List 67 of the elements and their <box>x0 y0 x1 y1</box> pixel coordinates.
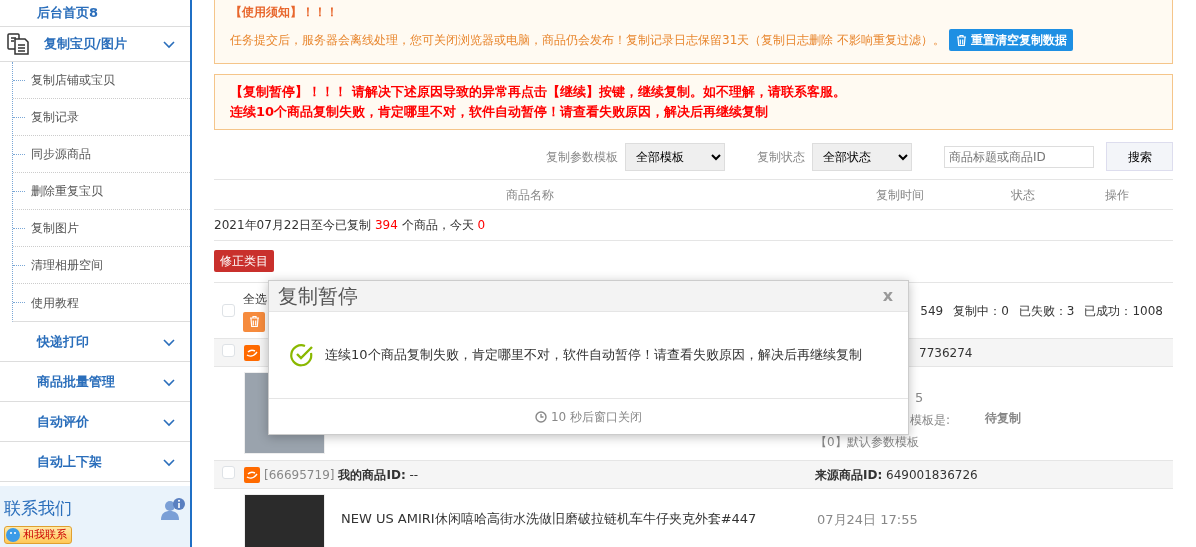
clock-icon <box>534 411 547 423</box>
stat-text: 复制中：0 <box>953 302 1009 320</box>
search-button[interactable]: 搜索 <box>1106 142 1173 171</box>
row-checkbox[interactable] <box>222 343 235 357</box>
copy-time: 07月24日 17:55 <box>816 512 918 527</box>
user-info-icon <box>160 496 186 521</box>
search-field[interactable]: 商品标题或商品ID <box>944 145 1094 168</box>
sidebar-item[interactable]: 复制图片 <box>31 219 79 237</box>
contact-button[interactable]: 和我联系 <box>4 525 72 544</box>
source-item-id: 来源商品ID: 649001836726 <box>815 467 978 482</box>
notice-text: 任务提交后，服务器会离线处理，您可关闭浏览器或电脑，商品仍会发布！复制记录日志保留31天（复制日志删除 不影响重复过滤）。 <box>230 32 946 49</box>
dialog-title: 复制暂停 <box>278 283 358 310</box>
sidebar-item[interactable]: 删除重复宝贝 <box>31 182 103 200</box>
filter-select[interactable]: 全部状态 <box>812 142 912 171</box>
sidebar-item[interactable]: 同步源商品 <box>31 145 91 163</box>
filter-label: 复制状态 <box>757 148 805 166</box>
delete-button[interactable] <box>243 311 265 332</box>
chevron-down-icon <box>162 456 176 467</box>
sidebar-group-label[interactable]: 后台首页8 <box>37 3 176 23</box>
template-label: 模板是: <box>910 413 951 427</box>
stat-text: 549 <box>920 302 944 320</box>
source-item-id: 7736274 <box>919 345 973 360</box>
trash-icon <box>955 33 969 47</box>
product-title[interactable]: NEW US AMIRI休闲嘻哈高街水洗做旧磨破拉链机车牛仔夹克外套#447 <box>341 509 757 547</box>
shop-logo-icon <box>244 344 260 361</box>
check-circle-icon <box>289 342 315 368</box>
filter-label: 复制参数模板 <box>546 148 618 166</box>
filter-select[interactable]: 全部模板 <box>625 142 725 171</box>
sidebar-group-label[interactable]: 快递打印 <box>37 331 162 352</box>
sidebar-item[interactable]: 复制记录 <box>31 108 79 126</box>
item-id: [66695719] <box>264 466 335 484</box>
column-header: 复制时间 <box>876 187 924 202</box>
countdown-text: 10 秒后窗口关闭 <box>534 408 643 426</box>
row-checkbox[interactable] <box>222 465 235 479</box>
select-all-label: 全选 <box>243 290 267 308</box>
column-header: 状态 <box>1010 187 1035 202</box>
document-copy-icon <box>6 32 30 56</box>
sidebar-item[interactable]: 复制店铺或宝贝 <box>31 71 115 89</box>
column-header: 商品名称 <box>505 187 554 202</box>
copy-status: 待复制 <box>985 411 1021 425</box>
chevron-down-icon <box>162 39 176 49</box>
stat-text: 已成功：1008 <box>1084 302 1163 320</box>
contact-title: 联系我们 <box>4 497 72 520</box>
shop-logo-icon <box>244 466 260 483</box>
sidebar-item[interactable]: 清理相册空间 <box>31 256 103 274</box>
column-header: 操作 <box>1104 187 1129 202</box>
chevron-down-icon <box>162 376 176 387</box>
sidebar-group-label[interactable]: 自动上下架 <box>37 451 162 472</box>
notice-title: 【使用须知】！！！ <box>230 4 339 21</box>
smiley-icon <box>5 526 21 543</box>
chevron-down-icon <box>162 336 176 347</box>
chevron-down-icon <box>162 416 176 427</box>
sidebar-group-label[interactable]: 自动评价 <box>37 411 162 432</box>
dialog-message: 连续10个商品复制失败，肯定哪里不对，软件自动暂停！请查看失败原因，解决后再继续复制 <box>325 346 862 365</box>
my-item-id: 我的商品ID: -- <box>338 466 419 484</box>
template-name: 【0】默认参数模板 <box>815 435 919 449</box>
warning-text: 连续10个商品复制失败，肯定哪里不对，软件自动暂停！请查看失败原因，解决后再继续复制 <box>230 103 770 121</box>
trash-icon <box>247 315 261 328</box>
fix-category-button[interactable]: 修正类目 <box>214 250 274 272</box>
summary-text: 2021年07月22日至今已复制 394 个商品，今天 0 <box>214 217 486 234</box>
sidebar-group-label[interactable]: 商品批量管理 <box>37 371 162 392</box>
sidebar-group-label[interactable]: 复制宝贝/图片 <box>44 34 162 54</box>
sidebar-item[interactable]: 使用教程 <box>31 293 79 312</box>
select-all-checkbox[interactable] <box>222 304 235 317</box>
stat-text: 已失败：3 <box>1018 302 1075 320</box>
warning-text: 【复制暂停】！！！ 请解决下述原因导致的异常再点击【继续】按键，继续复制。如不理解，请联系客服。 <box>230 83 847 101</box>
copy-time: 5 <box>915 390 924 405</box>
